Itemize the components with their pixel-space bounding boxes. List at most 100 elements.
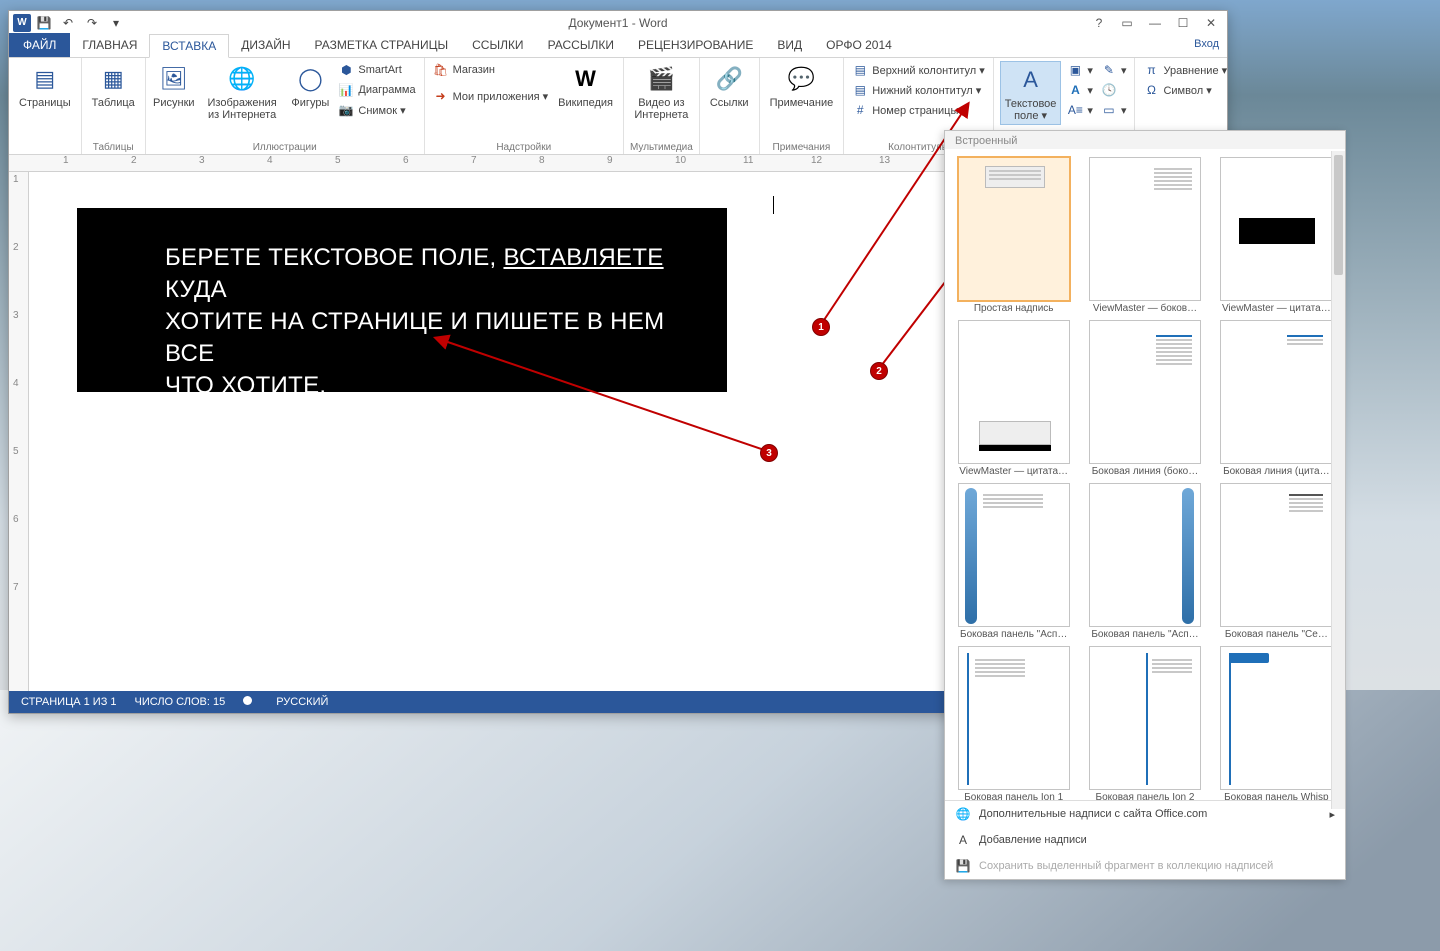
comment-button[interactable]: 💬Примечание: [766, 61, 838, 111]
redo-icon[interactable]: ↷: [81, 13, 103, 33]
footer-button[interactable]: ▤Нижний колонтитул ▾: [850, 81, 987, 99]
status-language[interactable]: РУССКИЙ: [276, 696, 328, 708]
close-button[interactable]: ✕: [1197, 13, 1225, 33]
gallery-item[interactable]: ViewMaster — цитата…: [951, 320, 1076, 477]
drop-cap-button[interactable]: A≡▾: [1065, 101, 1095, 119]
file-tab[interactable]: ФАЙЛ: [9, 33, 70, 57]
tab-references[interactable]: ССЫЛКИ: [460, 33, 535, 57]
links-button[interactable]: 🔗Ссылки: [706, 61, 753, 111]
date-time-button[interactable]: 🕓: [1099, 81, 1129, 99]
gallery-item-label: Боковая линия (боко…: [1092, 466, 1199, 477]
gallery-thumb: [958, 320, 1070, 464]
status-word-count[interactable]: ЧИСЛО СЛОВ: 15: [135, 696, 226, 708]
status-macro[interactable]: [243, 696, 258, 708]
gallery-thumb: [1220, 646, 1332, 790]
equation-button[interactable]: πУравнение ▾: [1141, 61, 1227, 79]
gallery-footer: 🌐Дополнительные надписи с сайта Office.c…: [945, 800, 1345, 879]
vertical-ruler[interactable]: 1234567: [9, 172, 29, 691]
ruler-tick: 2: [131, 155, 137, 166]
wordart-button[interactable]: A▾: [1065, 81, 1095, 99]
smartart-button[interactable]: ⬢SmartArt: [336, 61, 417, 79]
gallery-item[interactable]: Боковая панель Whisp: [1214, 646, 1339, 800]
gallery-item[interactable]: Простая надпись: [951, 157, 1076, 314]
tab-orfo[interactable]: ОРФО 2014: [814, 33, 904, 57]
object-button[interactable]: ▭▾: [1099, 101, 1129, 119]
gallery-thumb: [1089, 157, 1201, 301]
tab-page-layout[interactable]: РАЗМЕТКА СТРАНИЦЫ: [303, 33, 461, 57]
gallery-item[interactable]: Боковая линия (боко…: [1082, 320, 1207, 477]
group-media: 🎬Видео из Интернета Мультимедиа: [624, 58, 700, 155]
text-box-button[interactable]: AТекстовое поле ▾: [1000, 61, 1062, 125]
header-button[interactable]: ▤Верхний колонтитул ▾: [850, 61, 987, 79]
gallery-thumb: [1089, 646, 1201, 790]
vruler-tick: 1: [13, 174, 19, 185]
table-icon: ▦: [97, 63, 129, 95]
gallery-item[interactable]: Боковая панель Ion 1: [951, 646, 1076, 800]
textbox-underline: ВСТАВЛЯЕТЕ: [503, 244, 663, 271]
chart-button[interactable]: 📊Диаграмма: [336, 81, 417, 99]
tab-home[interactable]: ГЛАВНАЯ: [70, 33, 149, 57]
ruler-tick: 12: [811, 155, 822, 166]
help-button[interactable]: ?: [1085, 13, 1113, 33]
online-video-button[interactable]: 🎬Видео из Интернета: [630, 61, 693, 123]
gallery-thumb: [958, 157, 1070, 301]
status-page[interactable]: СТРАНИЦА 1 ИЗ 1: [21, 696, 117, 708]
links-icon: 🔗: [713, 63, 745, 95]
table-button[interactable]: ▦ Таблица: [88, 61, 139, 111]
gallery-item[interactable]: Боковая панель "Се…: [1214, 483, 1339, 640]
store-button[interactable]: 🛍Магазин: [431, 61, 551, 79]
gallery-scrollbar[interactable]: [1331, 151, 1345, 809]
tab-design[interactable]: ДИЗАЙН: [229, 33, 302, 57]
text-cursor: [773, 196, 774, 214]
gallery-item-label: Боковая панель Whisp: [1224, 792, 1328, 800]
minimize-button[interactable]: —: [1141, 13, 1169, 33]
ruler-tick: 8: [539, 155, 545, 166]
footer-icon: ▤: [852, 82, 868, 98]
gallery-item[interactable]: ViewMaster — боков…: [1082, 157, 1207, 314]
gallery-item[interactable]: Боковая линия (цита…: [1214, 320, 1339, 477]
gallery-body: Простая надписьViewMaster — боков…ViewMa…: [945, 149, 1345, 800]
smartart-icon: ⬢: [338, 62, 354, 78]
qat-dropdown-icon[interactable]: ▾: [105, 13, 127, 33]
gallery-more-online[interactable]: 🌐Дополнительные надписи с сайта Office.c…: [945, 801, 1345, 827]
my-apps-button[interactable]: ➜Мои приложения ▾: [431, 87, 551, 105]
tab-review[interactable]: РЕЦЕНЗИРОВАНИЕ: [626, 33, 765, 57]
gallery-thumb: [958, 483, 1070, 627]
gallery-item[interactable]: Боковая панель "Асп…: [951, 483, 1076, 640]
gallery-item[interactable]: Боковая панель "Асп…: [1082, 483, 1207, 640]
symbol-icon: Ω: [1143, 82, 1159, 98]
undo-icon[interactable]: ↶: [57, 13, 79, 33]
pages-button[interactable]: ▤ Страницы: [15, 61, 75, 111]
vruler-tick: 3: [13, 310, 19, 321]
save-selection-icon: 💾: [955, 858, 971, 874]
gallery-item[interactable]: Боковая панель Ion 2: [1082, 646, 1207, 800]
online-pictures-button[interactable]: 🌐Изображения из Интернета: [200, 61, 285, 123]
shapes-button[interactable]: ◯Фигуры: [288, 61, 332, 111]
screenshot-button[interactable]: 📷Снимок ▾: [336, 101, 417, 119]
gallery-draw-textbox[interactable]: AДобавление надписи: [945, 827, 1345, 853]
symbol-button[interactable]: ΩСимвол ▾: [1141, 81, 1227, 99]
sign-in-link[interactable]: Вход: [1194, 38, 1219, 50]
date-time-icon: 🕓: [1101, 82, 1117, 98]
gallery-item-label: Боковая панель "Се…: [1225, 629, 1328, 640]
page-number-button[interactable]: #Номер страницы ▾: [850, 101, 987, 119]
gallery-item[interactable]: ViewMaster — цитата…: [1214, 157, 1339, 314]
gallery-item-label: ViewMaster — цитата…: [1222, 303, 1331, 314]
pictures-button[interactable]: 🖼Рисунки: [152, 61, 196, 111]
maximize-button[interactable]: ☐: [1169, 13, 1197, 33]
wikipedia-button[interactable]: WВикипедия: [554, 61, 617, 111]
tab-view[interactable]: ВИД: [765, 33, 814, 57]
gallery-thumb: [1220, 483, 1332, 627]
ribbon-display-options-button[interactable]: ▭: [1113, 13, 1141, 33]
tab-insert[interactable]: ВСТАВКА: [149, 34, 229, 58]
inserted-text-box[interactable]: БЕРЕТЕ ТЕКСТОВОЕ ПОЛЕ, ВСТАВЛЯЕТЕ КУДА Х…: [77, 208, 727, 392]
ruler-tick: 9: [607, 155, 613, 166]
textbox-line: КУДА: [165, 276, 227, 303]
text-box-icon: A: [1015, 64, 1047, 96]
tab-mailings[interactable]: РАССЫЛКИ: [536, 33, 626, 57]
drop-cap-icon: A≡: [1067, 102, 1083, 118]
quick-parts-button[interactable]: ▣▾: [1065, 61, 1095, 79]
save-icon[interactable]: 💾: [33, 13, 55, 33]
signature-line-button[interactable]: ✎▾: [1099, 61, 1129, 79]
title-bar: W 💾 ↶ ↷ ▾ Документ1 - Word ? ▭ — ☐ ✕: [9, 11, 1227, 34]
